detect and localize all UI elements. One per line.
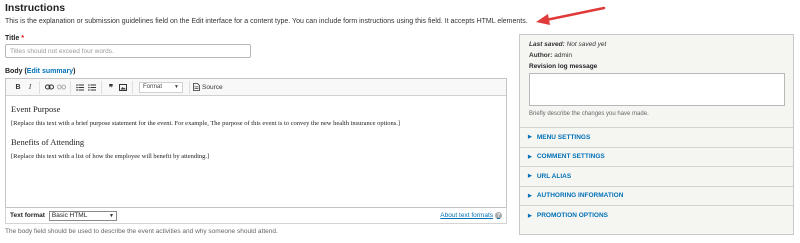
editor-paragraph: [Replace this text with a list of how th… — [11, 153, 210, 160]
text-format-label: Text format — [10, 212, 45, 219]
chevron-down-icon: ▼ — [108, 212, 114, 219]
body-label: Body (Edit summary) — [5, 68, 76, 75]
bulleted-list-icon[interactable] — [74, 81, 86, 93]
format-dropdown[interactable]: Format ▼ — [139, 81, 183, 93]
promotion-options-toggle[interactable]: ▶ PROMOTION OPTIONS — [520, 206, 793, 226]
page-title: Instructions — [5, 2, 66, 14]
about-text-formats-link[interactable]: About text formats ? — [440, 212, 502, 219]
italic-button[interactable]: I — [24, 81, 36, 93]
editor-content-area[interactable]: Event Purpose [Replace this text with a … — [6, 96, 506, 178]
source-button[interactable]: Source — [190, 83, 226, 91]
required-marker: * — [21, 35, 24, 42]
text-format-select[interactable]: Basic HTML ▼ — [48, 210, 117, 221]
editor-toolbar: B I ❞ Format ▼ Source — [6, 79, 506, 96]
edit-summary-link[interactable]: Edit summary — [27, 68, 73, 75]
link-icon[interactable] — [43, 81, 55, 93]
authoring-information-toggle[interactable]: ▶ AUTHORING INFORMATION — [520, 187, 793, 206]
triangle-right-icon: ▶ — [528, 212, 532, 219]
instructions-text: This is the explanation or submission gu… — [5, 18, 528, 25]
last-saved: Last saved: Not saved yet — [529, 41, 607, 48]
title-input[interactable] — [5, 44, 251, 58]
bold-button[interactable]: B — [12, 81, 24, 93]
triangle-right-icon: ▶ — [528, 153, 532, 160]
meta-sidebar: Last saved: Not saved yet Author: admin … — [519, 34, 794, 235]
revision-log-label: Revision log message — [529, 63, 598, 70]
source-icon — [193, 83, 200, 91]
title-label: Title * — [5, 35, 24, 42]
revision-log-description: Briefly describe the changes you have ma… — [529, 111, 649, 117]
red-arrow-annotation — [536, 6, 606, 25]
editor-heading: Benefits of Attending — [11, 137, 85, 147]
editor-paragraph: [Replace this text with a brief purpose … — [11, 120, 401, 127]
meta-info: Last saved: Not saved yet Author: admin … — [520, 35, 793, 128]
editor-heading: Event Purpose — [11, 104, 61, 114]
image-icon[interactable] — [117, 81, 129, 93]
menu-settings-toggle[interactable]: ▶ MENU SETTINGS — [520, 128, 793, 148]
text-format-row: Text format Basic HTML ▼ About text form… — [5, 208, 507, 224]
triangle-right-icon: ▶ — [528, 192, 532, 199]
help-icon: ? — [495, 212, 502, 219]
url-alias-toggle[interactable]: ▶ URL ALIAS — [520, 167, 793, 187]
body-editor: B I ❞ Format ▼ Source Event Purpose [Rep… — [5, 78, 507, 208]
unlink-icon[interactable] — [55, 81, 67, 93]
triangle-right-icon: ▶ — [528, 173, 532, 180]
chevron-down-icon: ▼ — [174, 84, 179, 90]
body-description: The body field should be used to describ… — [5, 228, 278, 235]
numbered-list-icon[interactable] — [86, 81, 98, 93]
triangle-right-icon: ▶ — [528, 134, 532, 141]
revision-log-textarea[interactable] — [529, 73, 785, 106]
blockquote-icon[interactable]: ❞ — [105, 81, 117, 93]
author: Author: admin — [529, 52, 572, 59]
comment-settings-toggle[interactable]: ▶ COMMENT SETTINGS — [520, 148, 793, 167]
